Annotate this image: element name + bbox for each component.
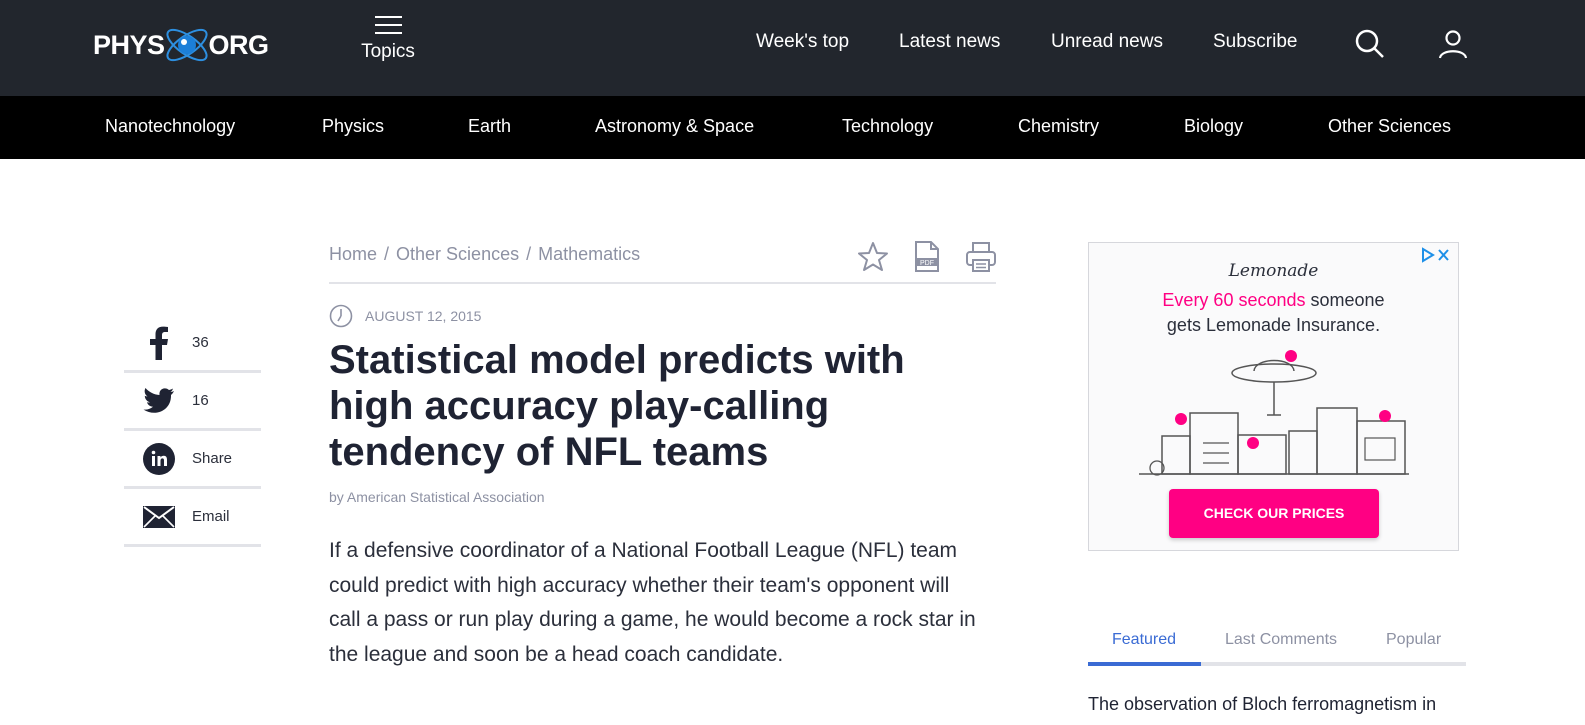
breadcrumb-mathematics[interactable]: Mathematics: [538, 244, 640, 264]
nav-subscribe[interactable]: Subscribe: [1213, 31, 1298, 57]
pdf-icon-label: PDF: [920, 260, 934, 267]
site-logo[interactable]: PHYS ORG: [93, 18, 269, 72]
breadcrumb: Home / Other Sciences / Mathematics: [329, 244, 640, 265]
tab-popular[interactable]: Popular: [1386, 631, 1441, 649]
sidebar-tabs: Featured Last Comments Popular: [1088, 626, 1466, 666]
houses-ufo-illustration: [1139, 350, 1409, 476]
ad-headline: Every 60 seconds someone: [1089, 290, 1458, 311]
category-astronomy-space[interactable]: Astronomy & Space: [595, 116, 754, 137]
nav-latest-news[interactable]: Latest news: [899, 31, 1000, 57]
top-header: PHYS ORG Topics Week's top Latest news U…: [0, 0, 1585, 96]
ad-brand-name: Lemonade: [1228, 261, 1319, 281]
ad-headline-highlight: Every 60 seconds: [1162, 290, 1306, 310]
breadcrumb-home[interactable]: Home: [329, 244, 377, 264]
tab-last-comments[interactable]: Last Comments: [1225, 631, 1337, 649]
category-biology[interactable]: Biology: [1184, 116, 1243, 137]
share-email[interactable]: Email: [124, 489, 261, 547]
article-body: If a defensive coordinator of a National…: [329, 539, 976, 666]
breadcrumb-separator: /: [526, 244, 532, 264]
clock-icon: [329, 304, 353, 328]
category-nanotechnology[interactable]: Nanotechnology: [105, 116, 235, 137]
category-physics[interactable]: Physics: [322, 116, 384, 137]
ad-cta-button[interactable]: CHECK OUR PRICES: [1169, 489, 1379, 538]
topics-label: Topics: [361, 41, 415, 62]
share-twitter[interactable]: 16: [124, 373, 261, 431]
print-icon[interactable]: [964, 240, 998, 274]
advertisement[interactable]: Lemonade Every 60 seconds someone gets L…: [1088, 242, 1459, 551]
nav-unread-news[interactable]: Unread news: [1051, 31, 1163, 57]
category-nav: Nanotechnology Physics Earth Astronomy &…: [0, 96, 1585, 159]
atom-logo-icon: [161, 18, 213, 72]
article-title: Statistical model predicts with high acc…: [329, 338, 905, 474]
breadcrumb-separator: /: [384, 244, 390, 264]
share-panel: 36 16 Share Email: [124, 315, 261, 547]
pdf-icon[interactable]: PDF: [910, 240, 944, 274]
user-account-icon[interactable]: [1437, 28, 1469, 60]
breadcrumb-divider: [329, 282, 996, 284]
article-date: AUGUST 12, 2015: [329, 304, 481, 328]
share-linkedin[interactable]: Share: [124, 431, 261, 489]
category-earth[interactable]: Earth: [468, 116, 511, 137]
email-share-label: Email: [192, 508, 230, 525]
category-technology[interactable]: Technology: [842, 116, 933, 137]
active-tab-indicator: [1088, 662, 1201, 666]
category-chemistry[interactable]: Chemistry: [1018, 116, 1099, 137]
email-envelope-icon: [142, 500, 176, 534]
tab-featured[interactable]: Featured: [1112, 631, 1176, 649]
share-facebook[interactable]: 36: [124, 315, 261, 373]
logo-text-org: ORG: [208, 29, 270, 60]
linkedin-icon: [142, 442, 176, 476]
facebook-icon: [142, 326, 176, 360]
logo-text-phys: PHYS: [93, 29, 165, 60]
featured-story-link[interactable]: The observation of Bloch ferromagnetism …: [1088, 694, 1436, 715]
article-byline: by American Statistical Association: [329, 489, 545, 505]
topics-menu-button[interactable]: Topics: [360, 16, 416, 63]
category-other-sciences[interactable]: Other Sciences: [1328, 116, 1451, 137]
nav-weeks-top[interactable]: Week's top: [756, 31, 849, 57]
breadcrumb-other-sciences[interactable]: Other Sciences: [396, 244, 519, 264]
bookmark-star-icon[interactable]: [856, 240, 890, 274]
facebook-share-count: 36: [192, 334, 209, 351]
ad-subline: gets Lemonade Insurance.: [1166, 315, 1381, 335]
ad-headline-rest: someone: [1305, 290, 1385, 310]
twitter-icon: [142, 384, 176, 418]
hamburger-icon: [374, 16, 402, 34]
linkedin-share-label: Share: [192, 450, 233, 467]
twitter-share-count: 16: [192, 392, 209, 409]
article-date-text: AUGUST 12, 2015: [365, 308, 482, 324]
search-icon[interactable]: [1354, 28, 1386, 60]
